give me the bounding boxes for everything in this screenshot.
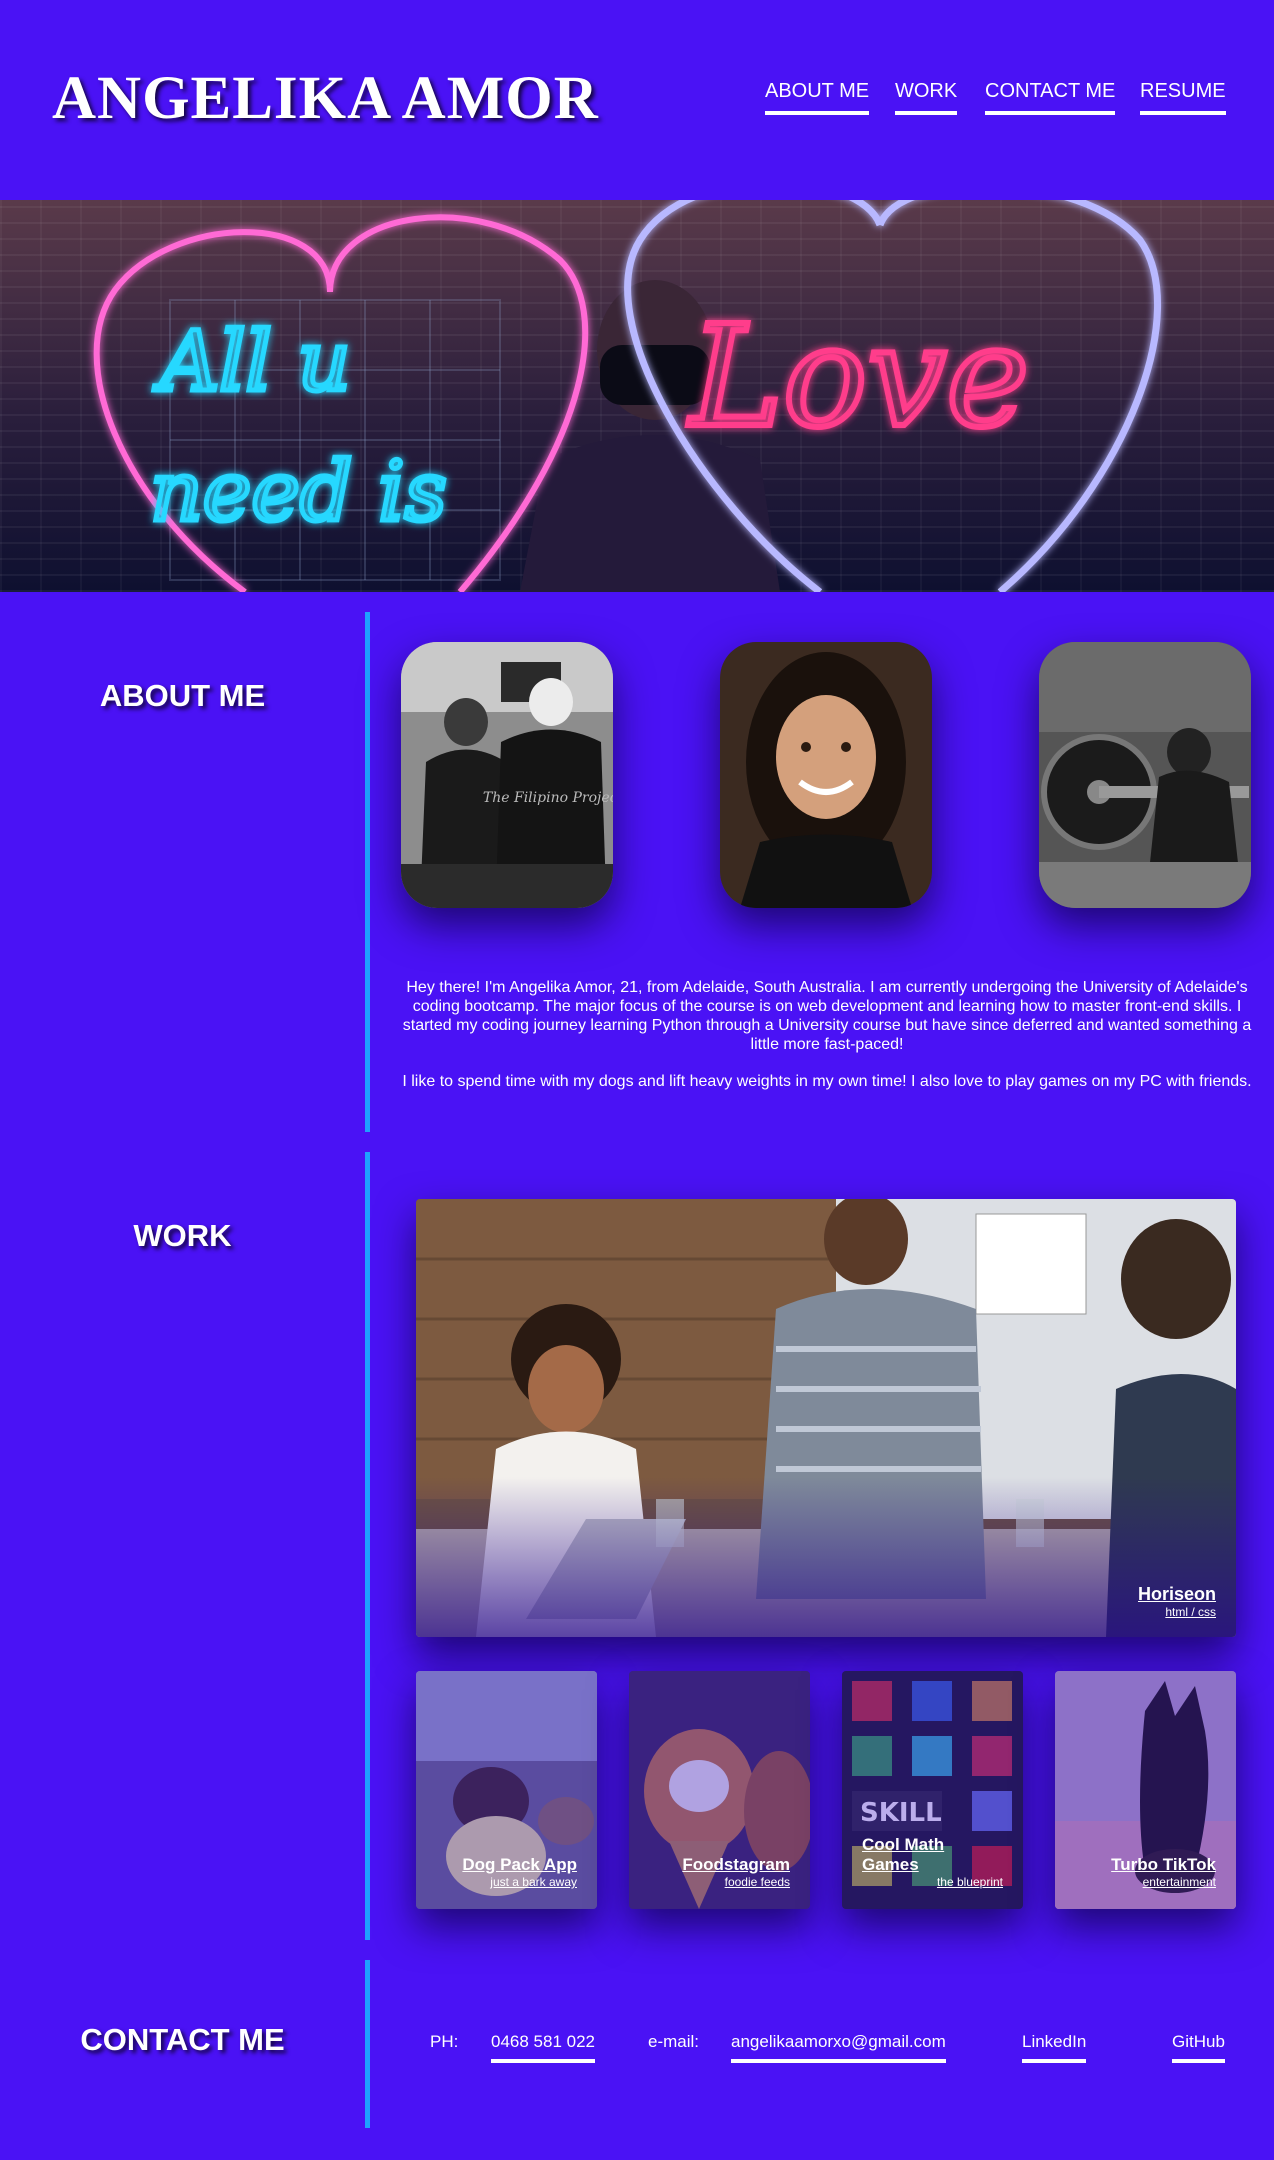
site-header: ANGELIKA AMOR ABOUT ME WORK CONTACT ME R… [0, 0, 1274, 200]
nav-contact-me[interactable]: CONTACT ME [985, 80, 1116, 115]
dog-pack-tag[interactable]: just a bark away [462, 1875, 577, 1889]
neon-text-love: Love [687, 296, 1029, 459]
project-card-foodstagram[interactable]: Foodstagram foodie feeds [629, 1671, 810, 1909]
phone-item: 0468 581 022 [491, 2032, 595, 2063]
about-paragraph-2: I like to spend time with my dogs and li… [402, 1073, 1252, 1090]
about-text: Hey there! I'm Angelika Amor, 21, from A… [400, 978, 1254, 1099]
work-divider [365, 1152, 370, 1940]
neon-text-all-u: All u [153, 315, 351, 410]
project-card-turbo-tiktok[interactable]: Turbo TikTok entertainment [1055, 1671, 1236, 1909]
foodstagram-link[interactable]: Foodstagram [682, 1855, 790, 1875]
github-item: GitHub [1172, 2032, 1225, 2063]
phone-label: PH: [430, 2032, 459, 2051]
turbo-tiktok-link[interactable]: Turbo TikTok [1111, 1855, 1216, 1875]
github-link[interactable]: GitHub [1172, 2032, 1225, 2063]
hero-banner: All u need is Love [0, 200, 1274, 592]
foodstagram-caption: Foodstagram foodie feeds [682, 1855, 790, 1889]
turbo-tiktok-tag[interactable]: entertainment [1111, 1875, 1216, 1889]
linkedin-item: LinkedIn [1022, 2032, 1087, 2063]
nav-work[interactable]: WORK [895, 80, 958, 115]
contact-divider [365, 1960, 370, 2128]
work-title: WORK [133, 1218, 232, 1253]
nav-about-me[interactable]: ABOUT ME [765, 80, 870, 115]
horiseon-tag[interactable]: html / css [1138, 1605, 1216, 1619]
cool-math-link[interactable]: Cool Math Games [862, 1835, 952, 1875]
about-title: ABOUT ME [99, 678, 266, 713]
project-card-dog-pack-app[interactable]: Dog Pack App just a bark away [416, 1671, 597, 1909]
foodstagram-tag[interactable]: foodie feeds [682, 1875, 790, 1889]
about-paragraph-1: Hey there! I'm Angelika Amor, 21, from A… [402, 979, 1252, 1053]
email-label: e-mail: [648, 2032, 700, 2051]
about-image-portrait [720, 642, 932, 908]
project-card-cool-math-games[interactable]: SKILL Cool Math Games the blueprint [842, 1671, 1023, 1909]
turbo-tiktok-caption: Turbo TikTok entertainment [1111, 1855, 1216, 1889]
cool-math-caption: Cool Math Games the blueprint [862, 1835, 1003, 1889]
email-link[interactable]: angelikaamorxo@gmail.com [731, 2032, 946, 2063]
about-image-gym [1039, 642, 1251, 908]
site-brand[interactable]: ANGELIKA AMOR [52, 64, 599, 134]
shirt-print: The Filipino Project [483, 790, 613, 806]
about-image-filipino-project: The Filipino Project [401, 642, 613, 908]
linkedin-link[interactable]: LinkedIn [1022, 2032, 1087, 2063]
dog-pack-link[interactable]: Dog Pack App [462, 1855, 577, 1875]
dog-pack-caption: Dog Pack App just a bark away [462, 1855, 577, 1889]
email-item: angelikaamorxo@gmail.com [731, 2032, 946, 2063]
hero-neon-art: All u need is Love [93, 200, 1162, 592]
horiseon-caption: Horiseon html / css [1138, 1584, 1216, 1619]
phone-link[interactable]: 0468 581 022 [491, 2032, 595, 2063]
about-divider [365, 612, 370, 1132]
horiseon-link[interactable]: Horiseon [1138, 1584, 1216, 1605]
contact-title: CONTACT ME [80, 2022, 285, 2057]
neon-text-need-is: need is [150, 445, 447, 540]
project-card-horiseon[interactable]: Horiseon html / css [416, 1199, 1236, 1637]
cool-math-tag[interactable]: the blueprint [862, 1875, 1003, 1889]
nav-resume[interactable]: RESUME [1140, 80, 1226, 115]
